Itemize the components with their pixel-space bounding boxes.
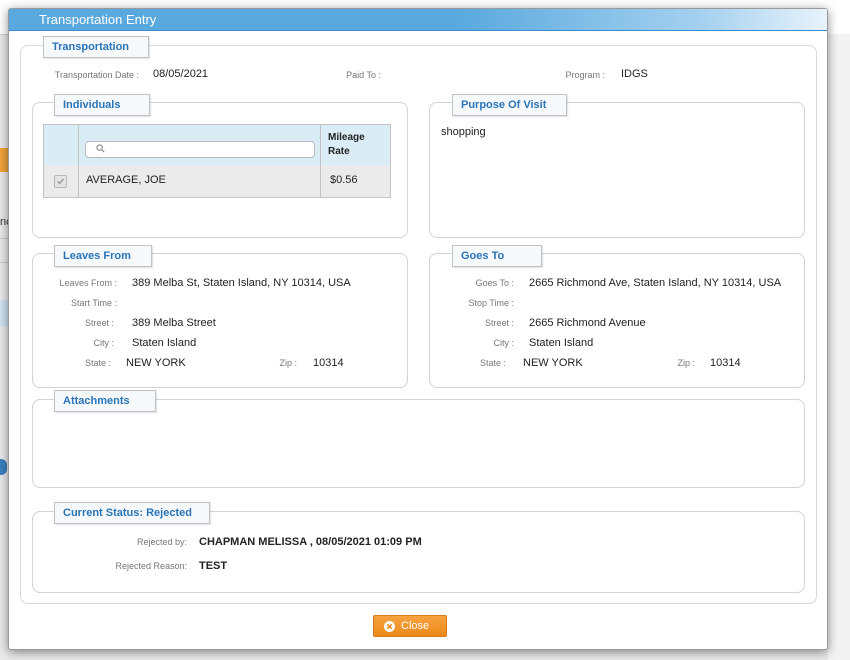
close-circle-icon — [384, 621, 395, 632]
search-input[interactable] — [85, 141, 315, 158]
leaves-street-value: 389 Melba Street — [132, 317, 216, 329]
transportation-entry-modal: Transportation Entry Transportation Tran… — [8, 8, 828, 650]
paid-to-label: Paid To : — [346, 70, 381, 80]
leaves-zip-label: Zip : — [279, 358, 297, 368]
transportation-legend: Transportation — [43, 36, 149, 58]
leaves-state-label: State : — [84, 358, 111, 368]
mileage-header-line1: Mileage — [328, 132, 365, 143]
purpose-text: shopping — [441, 126, 486, 138]
start-time-label: Start Time : — [70, 298, 117, 308]
goes-to-address: 2665 Richmond Ave, Staten Island, NY 103… — [529, 277, 782, 289]
leaves-from-label: Leaves From : — [59, 278, 117, 288]
leaves-zip-value: 10314 — [313, 357, 344, 369]
background-right-area — [828, 34, 850, 660]
column-divider — [78, 125, 79, 197]
program-label: Program : — [565, 70, 605, 80]
attachments-panel — [32, 399, 805, 488]
leaves-state-value: NEW YORK — [126, 357, 186, 369]
individual-mileage-rate: $0.56 — [330, 174, 358, 186]
rejected-by-value: CHAPMAN MELISSA , 08/05/2021 01:09 PM — [199, 536, 422, 548]
transportation-date-label: Transportation Date : — [54, 70, 139, 80]
close-button-label: Close — [401, 620, 430, 632]
leaves-street-label: Street : — [84, 318, 114, 328]
leaves-city-value: Staten Island — [132, 337, 197, 349]
purpose-legend: Purpose Of Visit — [452, 94, 567, 116]
goes-city-label: City : — [493, 338, 514, 348]
attachments-legend: Attachments — [54, 390, 156, 412]
goes-to-label: Goes To : — [475, 278, 514, 288]
mileage-rate-header: Mileage Rate — [328, 131, 365, 159]
column-divider — [320, 125, 321, 197]
checkbox-checked-icon — [57, 178, 65, 185]
background-nav-icon — [0, 459, 7, 475]
purpose-panel — [429, 102, 805, 238]
goes-zip-label: Zip : — [677, 358, 695, 368]
rejected-reason-value: TEST — [199, 560, 228, 572]
mileage-header-line2: Rate — [328, 146, 350, 157]
leaves-from-address: 389 Melba St, Staten Island, NY 10314, U… — [132, 277, 351, 289]
table-header: Mileage Rate — [44, 125, 390, 166]
modal-title: Transportation Entry — [39, 12, 157, 27]
goes-city-value: Staten Island — [529, 337, 594, 349]
rejected-reason-label: Rejected Reason: — [115, 561, 187, 571]
search-icon — [96, 144, 105, 153]
stop-time-label: Stop Time : — [468, 298, 514, 308]
status-legend: Current Status: Rejected — [54, 502, 210, 524]
goes-street-value: 2665 Richmond Avenue — [529, 317, 646, 329]
individuals-table: Mileage Rate AVERAGE, JOE $0.56 — [43, 124, 391, 198]
close-button[interactable]: Close — [373, 615, 447, 637]
row-checkbox[interactable] — [54, 175, 67, 188]
leaves-city-label: City : — [93, 338, 114, 348]
individual-name: AVERAGE, JOE — [86, 174, 166, 186]
individuals-legend: Individuals — [54, 94, 150, 116]
program-value: IDGS — [621, 68, 648, 80]
transportation-date-value: 08/05/2021 — [153, 68, 209, 80]
goes-street-label: Street : — [484, 318, 514, 328]
goes-to-legend: Goes To — [452, 245, 542, 267]
goes-zip-value: 10314 — [710, 357, 741, 369]
leaves-from-legend: Leaves From — [54, 245, 152, 267]
rejected-by-label: Rejected by: — [136, 537, 187, 547]
goes-state-value: NEW YORK — [523, 357, 583, 369]
goes-state-label: State : — [479, 358, 506, 368]
table-row[interactable]: AVERAGE, JOE $0.56 — [44, 165, 390, 197]
modal-titlebar[interactable]: Transportation Entry — [9, 9, 827, 31]
